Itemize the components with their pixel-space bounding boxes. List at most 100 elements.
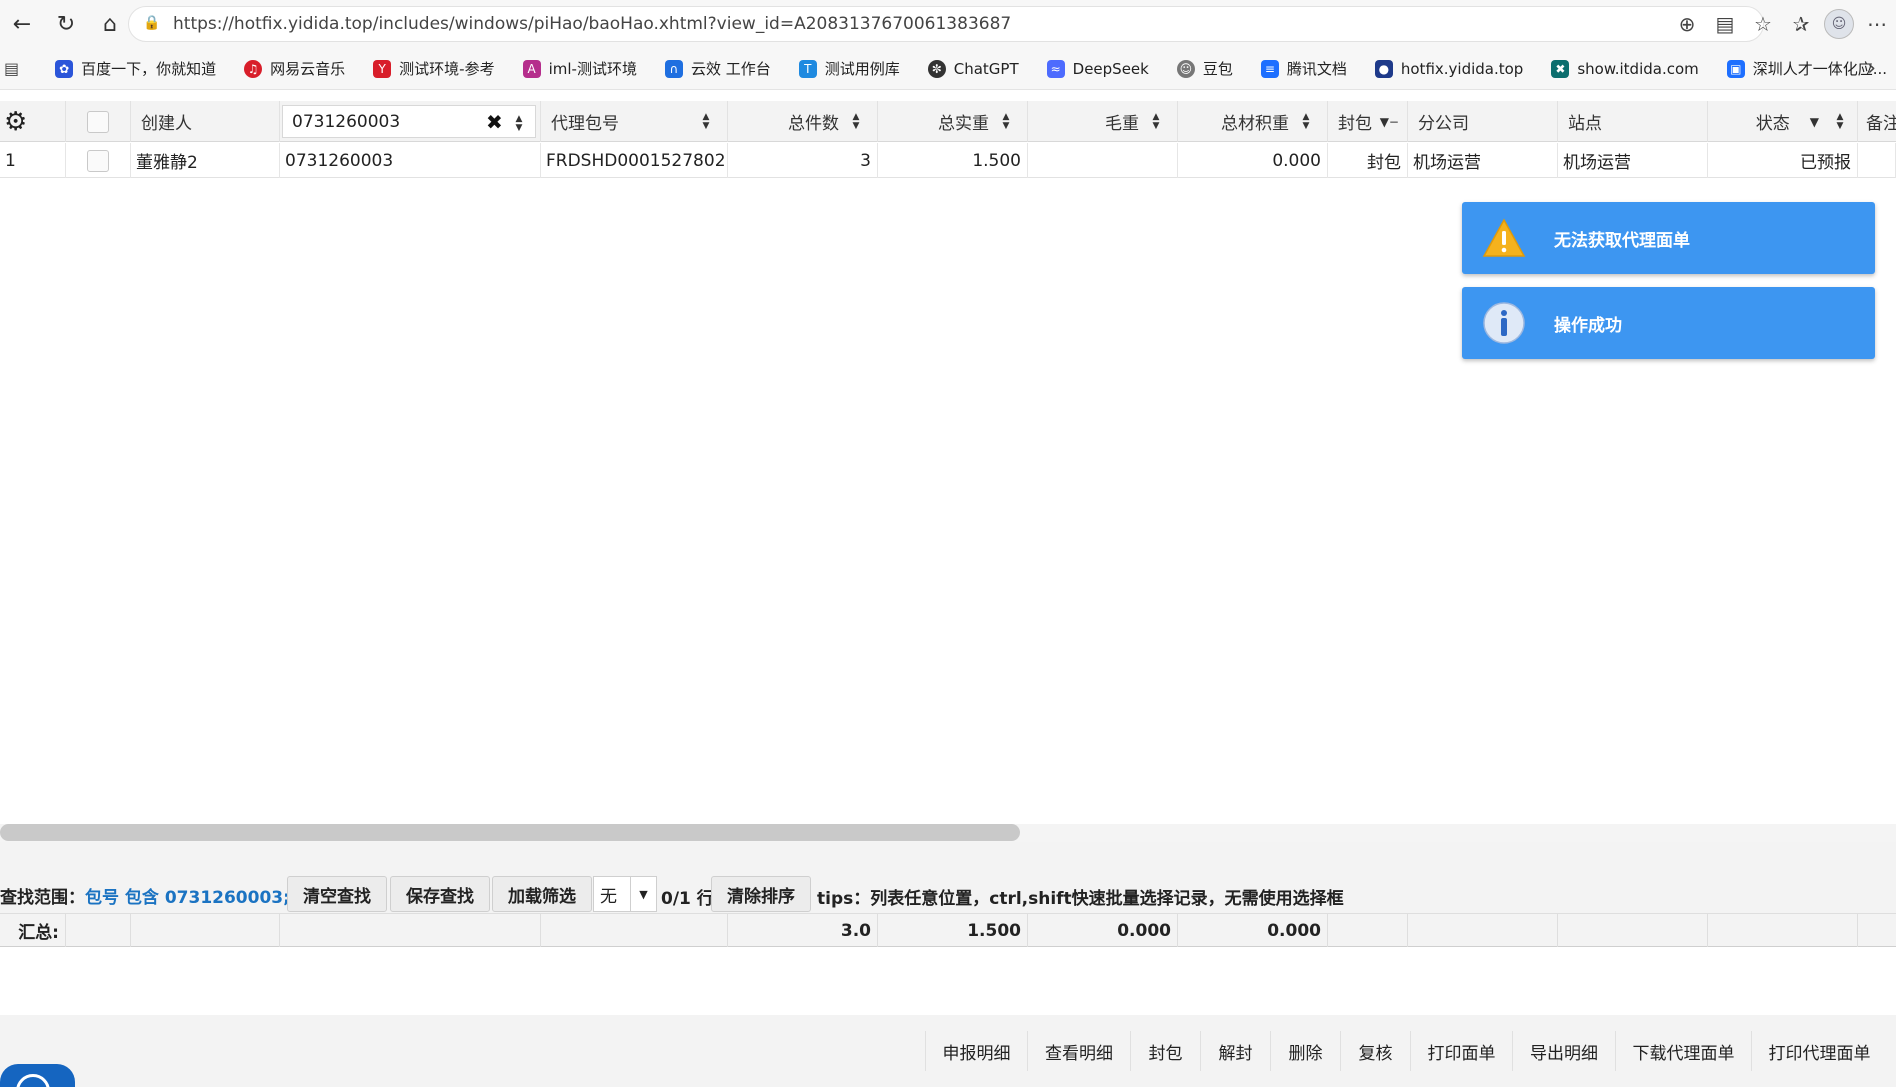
sort-icon[interactable]: ▲ ▼ — [512, 115, 526, 133]
column-header-gross-weight[interactable]: 毛重 ▲ ▼ — [1028, 101, 1178, 142]
chat-icon — [16, 1074, 50, 1087]
sort-icon[interactable]: ▲ ▼ — [849, 112, 863, 131]
column-settings-button[interactable]: ⚙ — [0, 101, 66, 142]
summary-cell — [131, 914, 280, 947]
sort-icon[interactable]: ▲ ▼ — [699, 112, 713, 131]
bookmark-label: ChatGPT — [953, 59, 1019, 78]
download-agent-label-button[interactable]: 下载代理面单 — [1615, 1031, 1751, 1071]
favorites-list-icon[interactable]: ✰ — [1783, 6, 1819, 42]
select-all-checkbox[interactable] — [66, 101, 131, 142]
column-label: 备注 — [1866, 114, 1896, 134]
back-icon[interactable]: ← — [0, 2, 44, 46]
sort-icon[interactable]: ▲ ▼ — [1149, 112, 1163, 131]
site-icon: ● — [1374, 59, 1393, 78]
filter-select-value: 无 — [600, 886, 617, 907]
column-header-total-weight[interactable]: 总实重 ▲ ▼ — [878, 101, 1028, 142]
unseal-button[interactable]: 解封 — [1200, 1031, 1270, 1071]
column-header-branch[interactable]: 分公司 — [1408, 101, 1558, 142]
reader-mode-icon[interactable]: ▤ — [1707, 6, 1743, 42]
bookmark-testcase[interactable]: T 测试用例库 — [798, 58, 900, 79]
horizontal-scrollbar-thumb[interactable] — [0, 824, 1020, 841]
bookmark-sz-talent[interactable]: ▣ 深圳人才一体化应... — [1726, 58, 1887, 79]
filter-dropdown-icon[interactable]: ▼− — [1380, 115, 1399, 129]
column-label: 状态 — [1755, 114, 1790, 134]
home-icon[interactable]: ⌂ — [88, 2, 132, 46]
column-header-remark[interactable]: 备注 — [1858, 101, 1896, 142]
column-header-creator[interactable]: 创建人 — [131, 101, 280, 142]
clear-sort-button[interactable]: 清除排序 — [711, 876, 811, 912]
summary-gross-weight: 0.000 — [1028, 914, 1178, 947]
column-header-status[interactable]: 状态 ▼ ▲ ▼ — [1708, 101, 1858, 142]
checkbox-icon — [87, 149, 109, 172]
print-agent-label-button[interactable]: 打印代理面单 — [1751, 1031, 1887, 1071]
review-button[interactable]: 复核 — [1340, 1031, 1410, 1071]
cell-gross-weight — [1028, 143, 1178, 178]
bookmark-hotfix[interactable]: ● hotfix.yidida.top — [1374, 59, 1523, 78]
warning-toast[interactable]: 无法获取代理面单 — [1462, 202, 1875, 274]
netease-music-icon: ♫ — [244, 59, 263, 78]
filter-dropdown-icon[interactable]: ▼ — [1810, 115, 1819, 129]
favorite-star-icon[interactable]: ☆ — [1745, 6, 1781, 42]
bookmark-netease[interactable]: ♫ 网易云音乐 — [244, 58, 345, 79]
more-menu-icon[interactable]: ⋯ — [1859, 6, 1895, 42]
sort-icon[interactable]: ▲ ▼ — [1833, 112, 1847, 131]
row-checkbox[interactable] — [66, 143, 131, 178]
info-icon — [1478, 297, 1530, 349]
angular-icon: A — [522, 59, 541, 78]
zoom-icon[interactable]: ⊕ — [1669, 6, 1705, 42]
chat-widget-button[interactable] — [0, 1064, 75, 1087]
bookmark-show[interactable]: ✖ show.itdida.com — [1551, 59, 1699, 78]
bookmark-baidu[interactable]: ✿ 百度一下，你就知道 — [55, 58, 216, 79]
summary-cell — [541, 914, 728, 947]
info-toast[interactable]: 操作成功 — [1462, 287, 1875, 359]
cell-pkg-no: 0731260003 — [280, 143, 541, 178]
paw-icon: ✿ — [55, 59, 74, 78]
clear-filter-icon[interactable]: ✖ — [486, 110, 503, 134]
summary-cell — [1408, 914, 1558, 947]
load-filter-button[interactable]: 加载筛选 — [492, 876, 592, 912]
column-label: 创建人 — [141, 114, 192, 134]
seal-button[interactable]: 封包 — [1130, 1031, 1200, 1071]
url-field[interactable]: 🔒 https://hotfix.yidida.top/includes/win… — [128, 6, 1764, 42]
bookmark-iml[interactable]: Aiml-测试环境 — [522, 58, 637, 79]
refresh-icon[interactable]: ↻ — [44, 2, 88, 46]
site-info-icon[interactable]: 🔒 — [143, 15, 161, 33]
bookmark-label: 百度一下，你就知道 — [81, 60, 217, 78]
column-header-total-vol[interactable]: 总材积重 ▲ ▼ — [1178, 101, 1328, 142]
sort-icon[interactable]: ▲ ▼ — [1299, 112, 1313, 131]
filter-select[interactable]: 无 ▼ — [593, 876, 657, 912]
summary-cell — [280, 914, 541, 947]
reading-list-icon[interactable]: ▤ — [4, 59, 19, 78]
sort-icon[interactable]: ▲ ▼ — [999, 112, 1013, 131]
column-header-seal[interactable]: 封包 ▼− — [1328, 101, 1408, 142]
save-find-button[interactable]: 保存查找 — [390, 876, 490, 912]
bookmark-test-env[interactable]: Y 测试环境-参考 — [373, 58, 495, 79]
bookmark-yunxiao[interactable]: ∩ 云效 工作台 — [664, 58, 771, 79]
view-detail-button[interactable]: 查看明细 — [1027, 1031, 1130, 1071]
bookmark-chatgpt[interactable]: ✼ ChatGPT — [927, 59, 1019, 78]
export-detail-button[interactable]: 导出明细 — [1512, 1031, 1615, 1071]
summary-cell — [66, 914, 131, 947]
column-header-site[interactable]: 站点 — [1558, 101, 1708, 142]
summary-label: 汇总: — [0, 914, 66, 947]
table-row[interactable]: 1 董雅静2 0731260003 FRDSHD0001527802 3 1.5… — [0, 143, 1896, 178]
bookmark-label: 测试环境-参考 — [399, 60, 495, 78]
url-text: https://hotfix.yidida.top/includes/windo… — [173, 14, 1012, 34]
delete-button[interactable]: 删除 — [1270, 1031, 1340, 1071]
declare-detail-button[interactable]: 申报明细 — [925, 1031, 1027, 1071]
cell-agent-pkg: FRDSHD0001527802 — [541, 143, 728, 178]
cloud-icon: ∩ — [664, 59, 683, 78]
column-label: 毛重 — [1105, 114, 1139, 134]
bookmark-tencent-docs[interactable]: ≡ 腾讯文档 — [1260, 58, 1347, 79]
bookmark-doubao[interactable]: ☺ 豆包 — [1176, 58, 1233, 79]
cell-total-pieces: 3 — [728, 143, 878, 178]
row-count: 0/1 行 — [661, 889, 714, 909]
clear-find-button[interactable]: 清空查找 — [287, 876, 387, 912]
profile-button[interactable]: ☺ — [1821, 6, 1857, 42]
print-label-button[interactable]: 打印面单 — [1410, 1031, 1512, 1071]
find-scope-value: 包号 包含 0731260003; — [85, 888, 290, 908]
bookmark-deepseek[interactable]: ≈ DeepSeek — [1046, 59, 1149, 78]
chevron-right-icon[interactable]: › — [1867, 56, 1876, 81]
column-header-agent-pkg[interactable]: 代理包号 ▲ ▼ — [541, 101, 728, 142]
column-header-total-pieces[interactable]: 总件数 ▲ ▼ — [728, 101, 878, 142]
